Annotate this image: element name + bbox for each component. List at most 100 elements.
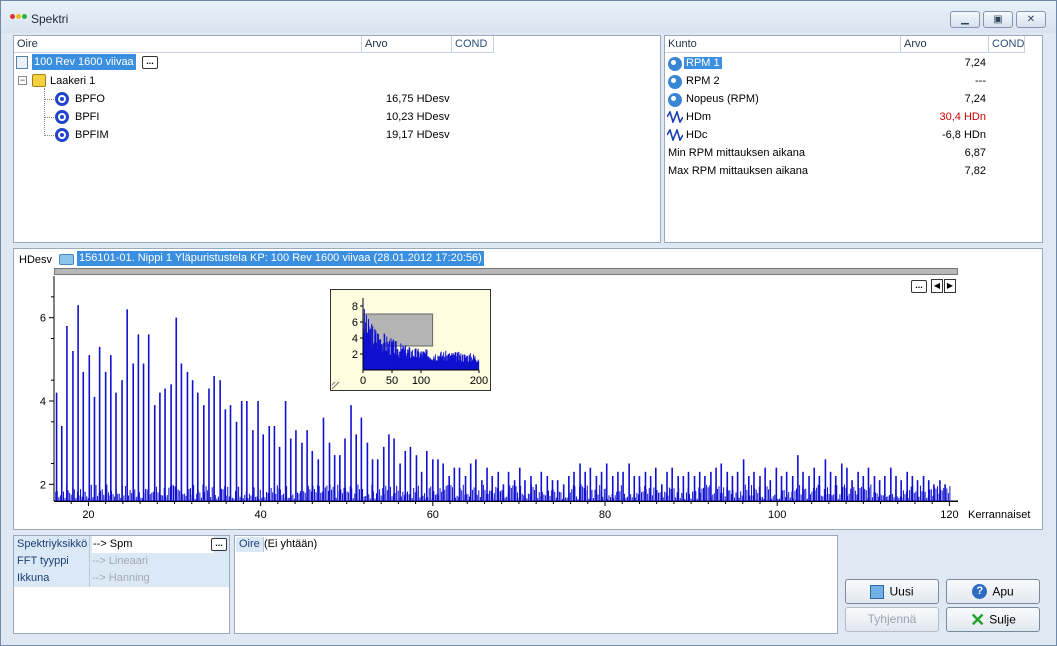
clear-button[interactable]: Tyhjennä	[845, 607, 939, 632]
condition-label-rpm1[interactable]: RPM 1	[684, 57, 722, 69]
tree-root-label[interactable]: 100 Rev 1600 viivaa	[32, 54, 136, 70]
help-icon: ?	[972, 584, 988, 600]
prop-value-unit[interactable]: --> Spm	[92, 536, 214, 553]
y-tick-label: 4	[40, 396, 46, 408]
edit-icon	[870, 584, 885, 599]
help-button[interactable]: ? Apu	[946, 579, 1040, 604]
condition-row-max-rpm[interactable]: Max RPM mittauksen aikana	[668, 162, 808, 180]
new-button-label: Uusi	[889, 584, 914, 599]
close-button-label: Sulje	[989, 612, 1016, 627]
y-tick-label: 6	[40, 313, 46, 325]
clear-button-label: Tyhjennä	[867, 612, 917, 626]
overview-y-tick-label: 2	[352, 349, 358, 361]
condition-value-rpm1: 7,24	[964, 57, 986, 69]
zoom-window	[362, 313, 434, 347]
close-button[interactable]: ✕ Sulje	[946, 607, 1040, 632]
restore-icon: ▣	[993, 14, 1003, 25]
symptom-list-value[interactable]: (Ei yhtään)	[264, 537, 317, 552]
minimize-button[interactable]: ▁	[950, 11, 980, 28]
column-header-cond[interactable]: COND	[989, 36, 1025, 53]
tree-connector	[44, 135, 54, 136]
column-header-arvo[interactable]: Arvo	[362, 36, 452, 53]
tree-connector	[44, 117, 54, 118]
symptom-tree-panel: Oire Arvo COND 100 Rev 1600 viivaa ... −…	[13, 35, 661, 243]
tree-connector	[44, 88, 45, 134]
prop-name-window: Ikkuna	[17, 572, 50, 584]
new-button[interactable]: Uusi	[845, 579, 939, 604]
rpm-icon	[668, 57, 682, 71]
x-tick-label: 100	[768, 509, 786, 521]
condition-value-hdm: 30,4 HDn	[939, 111, 986, 123]
tree-value-bpfo: 16,75 HDesv	[386, 93, 450, 105]
condition-row-rpm2[interactable]: RPM 2	[686, 72, 720, 90]
prop-row-window[interactable]: Ikkuna --> Hanning	[16, 570, 228, 587]
x-tick-label: 40	[255, 509, 267, 521]
prop-unit-more-button[interactable]: ...	[211, 538, 227, 551]
bearing-icon	[55, 92, 69, 106]
condition-value-hdc: -6,8 HDn	[941, 129, 986, 141]
x-tick-label: 20	[82, 509, 94, 521]
overview-x-tick-label: 200	[470, 375, 488, 387]
prop-value-window[interactable]: --> Hanning	[92, 570, 150, 587]
tree-value-bpfi: 10,23 HDesv	[386, 111, 450, 123]
close-icon: ✕	[1026, 14, 1036, 25]
x-tick-label: 120	[940, 509, 958, 521]
overview-inset[interactable]: 2 4 6 8 0 50 100 200	[330, 289, 491, 391]
condition-value-speed: 7,24	[964, 93, 986, 105]
minimize-icon: ▁	[961, 14, 969, 25]
wave-icon	[667, 129, 683, 141]
condition-row-rpm1[interactable]: RPM 1	[684, 54, 722, 72]
prop-name-unit: Spektriyksikkö	[17, 538, 88, 550]
condition-value-rpm2: ---	[975, 75, 986, 87]
spectrum-chart[interactable]: 2 4 6 20 40 60 80 100 120 Kerrannaiset	[14, 249, 1042, 529]
app-icon	[10, 14, 27, 20]
help-button-label: Apu	[992, 584, 1014, 599]
close-window-button[interactable]: ✕	[1016, 11, 1046, 28]
x-axis-label: Kerrannaiset	[968, 509, 1030, 521]
symptom-list-label: Oire	[236, 537, 264, 552]
column-header-oire[interactable]: Oire	[14, 36, 362, 53]
download-icon	[16, 56, 28, 69]
condition-value-min-rpm: 6,87	[964, 147, 986, 159]
condition-row-hdc[interactable]: HDc	[686, 126, 707, 144]
tree-row-bpfim[interactable]: BPFIM	[75, 126, 109, 144]
rpm-icon	[668, 75, 682, 89]
symptom-list-panel: Oire (Ei yhtään)	[234, 535, 838, 634]
prop-value-fft[interactable]: --> Lineaari	[92, 553, 148, 570]
column-header-kunto[interactable]: Kunto	[665, 36, 901, 53]
overview-chart[interactable]: 2 4 6 8 0 50 100 200	[331, 290, 490, 390]
tree-root-more-button[interactable]: ...	[142, 56, 158, 69]
resize-grip-icon	[331, 381, 340, 390]
tree-value-bpfim: 19,17 HDesv	[386, 129, 450, 141]
spectrum-properties-panel: Spektriyksikkö --> Spm ... FFT tyyppi --…	[13, 535, 230, 634]
x-tick-label: 60	[427, 509, 439, 521]
condition-value-max-rpm: 7,82	[964, 165, 986, 177]
rpm-icon	[668, 93, 682, 107]
column-header-arvo[interactable]: Arvo	[901, 36, 989, 53]
prop-row-fft[interactable]: FFT tyyppi --> Lineaari	[16, 553, 228, 570]
condition-row-speed[interactable]: Nopeus (RPM)	[686, 90, 759, 108]
tree-row-bpfo[interactable]: BPFO	[75, 90, 105, 108]
overview-y-tick-label: 6	[352, 317, 358, 329]
prop-row-unit[interactable]: Spektriyksikkö --> Spm	[16, 536, 228, 553]
title-bar[interactable]: Spektri ▁ ▣ ✕	[1, 1, 1056, 33]
condition-row-hdm[interactable]: HDm	[686, 108, 711, 126]
overview-x-tick-label: 50	[386, 375, 398, 387]
maximize-button[interactable]: ▣	[983, 11, 1013, 28]
overview-y-tick-label: 8	[352, 301, 358, 313]
tree-connector	[44, 99, 54, 100]
window-title: Spektri	[31, 12, 69, 26]
y-tick-label: 2	[40, 479, 46, 491]
bearing-icon	[55, 110, 69, 124]
overview-y-tick-label: 4	[352, 333, 358, 345]
spectrum-chart-panel: HDesv 156101-01. Nippi 1 Yläpuristustela…	[13, 248, 1043, 530]
overview-x-tick-label: 100	[412, 375, 430, 387]
close-x-icon: ✕	[970, 609, 986, 630]
tree-row-bpfi[interactable]: BPFI	[75, 108, 99, 126]
x-tick-label: 80	[599, 509, 611, 521]
bearing-icon	[55, 128, 69, 142]
condition-row-min-rpm[interactable]: Min RPM mittauksen aikana	[668, 144, 805, 162]
collapse-icon[interactable]: −	[18, 76, 27, 85]
column-header-cond[interactable]: COND	[452, 36, 494, 53]
tree-group-label[interactable]: Laakeri 1	[50, 72, 95, 90]
